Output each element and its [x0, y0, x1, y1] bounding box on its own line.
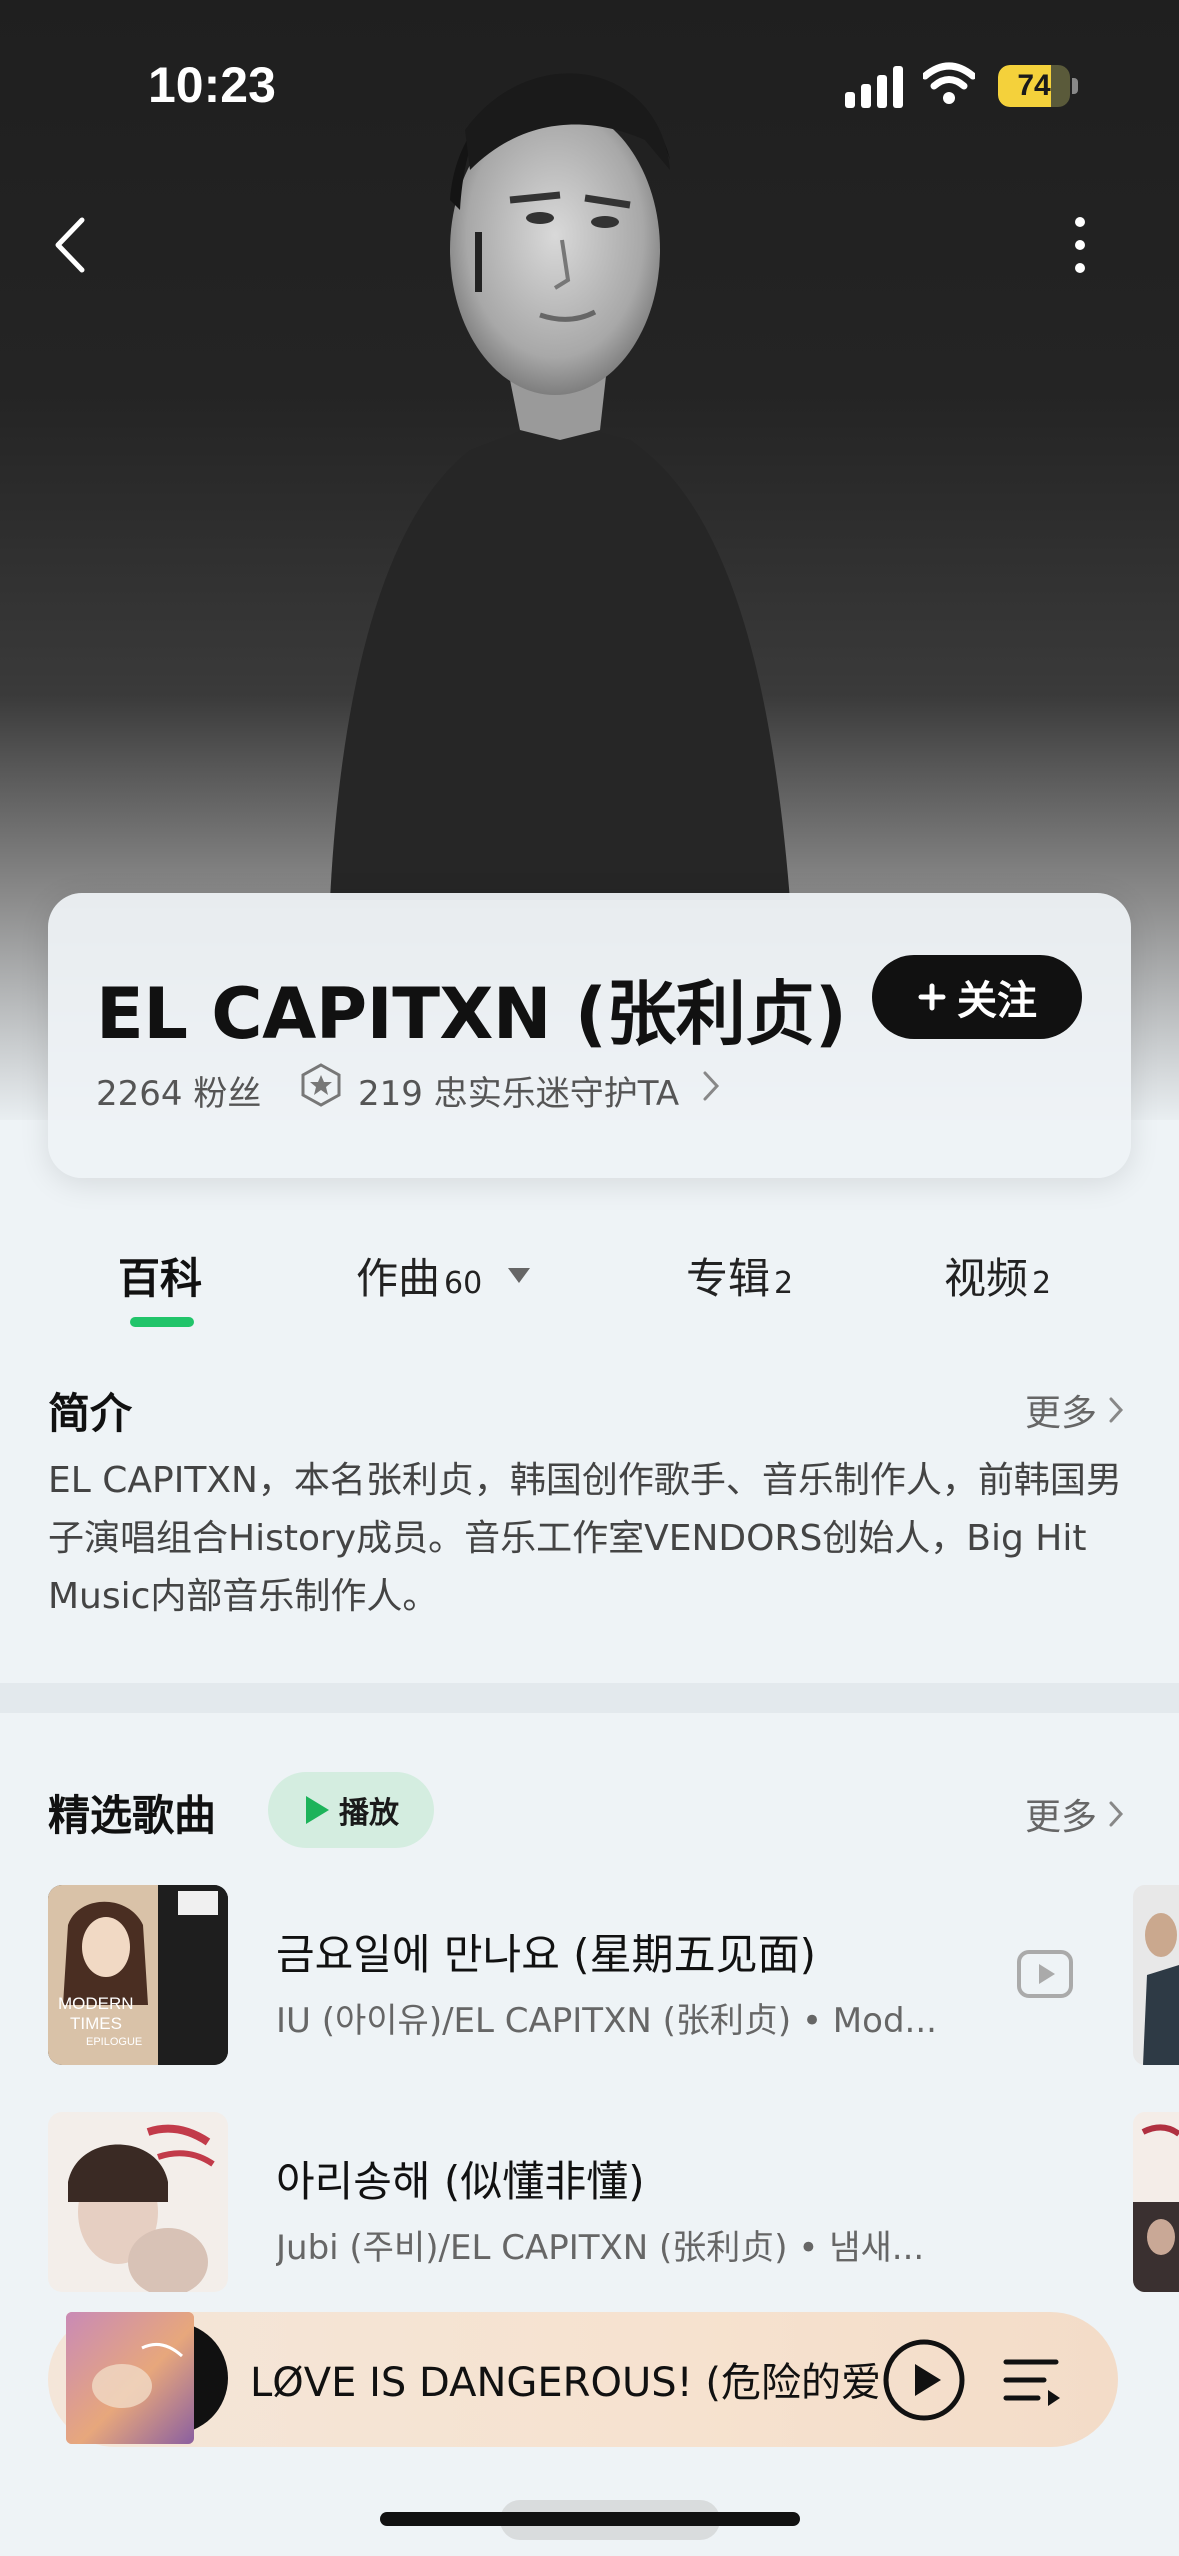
battery-percent: 74 [1017, 69, 1051, 102]
cellular-signal-icon [845, 66, 903, 108]
artist-name: EL CAPITXN (张利贞) [96, 973, 847, 1055]
artist-info-card: EL CAPITXN (张利贞) 关注 2264 粉丝 219 忠实乐迷守护TA [48, 893, 1131, 1178]
play-button[interactable] [880, 2336, 968, 2424]
guard-fans-link[interactable]: 219 忠实乐迷守护TA [358, 1066, 679, 1115]
tab-label: 作曲 [356, 1254, 441, 1303]
artist-portrait [330, 73, 790, 900]
chevron-right-icon [1109, 1397, 1124, 1423]
chevron-right-icon [703, 1071, 720, 1101]
chevron-right-icon [1109, 1801, 1124, 1827]
status-time: 10:23 [148, 57, 276, 113]
song-meta: IU (아이유)/EL CAPITXN (张利贞) • Mod... [276, 2001, 937, 2041]
intro-text: EL CAPITXN，本名张利贞，韩国创作歌手、音乐制作人，前韩国男子演唱组合H… [48, 1460, 1122, 1617]
song-row[interactable]: MODERN TIMES EPILOGUE 금요일에 만나요 (星期五见面) I… [0, 1885, 1179, 2075]
album-cover [48, 2112, 228, 2292]
now-playing-cover [66, 2312, 228, 2444]
svg-text:EPILOGUE: EPILOGUE [86, 2036, 142, 2048]
tab-encyclopedia[interactable]: 百科 [118, 1245, 202, 1306]
wifi-icon [923, 62, 975, 104]
music-video-icon[interactable] [1016, 1949, 1074, 1999]
tab-compositions[interactable]: 作曲 60 [356, 1245, 531, 1306]
tab-videos[interactable]: 视频 2 [944, 1245, 1051, 1306]
play-icon [306, 1796, 329, 1824]
album-cover: MODERN TIMES EPILOGUE [48, 1885, 228, 2065]
more-options-icon[interactable] [1060, 206, 1100, 284]
song-meta: Jubi (주비)/EL CAPITXN (张利贞) • 냄새... [276, 2228, 925, 2268]
home-indicator [380, 2512, 800, 2526]
follow-button[interactable]: 关注 [872, 955, 1082, 1039]
featured-songs-title: 精选歌曲 [48, 1791, 217, 1840]
song-row[interactable]: 아리송해 (似懂非懂) Jubi (주비)/EL CAPITXN (张利贞) •… [0, 2112, 1179, 2302]
song-title: 아리송해 (似懂非懂) [276, 2157, 645, 2206]
more-label: 更多 [1025, 1393, 1098, 1434]
now-playing-title: LØVE IS DANGEROUS! (危险的爱 [250, 2360, 881, 2406]
tab-count: 2 [774, 1266, 794, 1301]
tab-label: 百科 [118, 1254, 203, 1303]
tab-albums[interactable]: 专辑 2 [686, 1245, 793, 1306]
back-button[interactable] [42, 206, 102, 284]
play-all-button[interactable]: 播放 [268, 1772, 434, 1848]
section-divider [0, 1683, 1179, 1713]
song-title: 금요일에 만나요 (星期五见面) [276, 1930, 816, 1979]
tab-count: 60 [444, 1266, 483, 1301]
play-label: 播放 [339, 1796, 399, 1831]
tab-count: 2 [1032, 1266, 1052, 1301]
svg-text:TIMES: TIMES [70, 2014, 122, 2033]
intro-title: 简介 [48, 1389, 133, 1438]
featured-more-link[interactable]: 更多 [1025, 1788, 1125, 1840]
more-label: 更多 [1025, 1797, 1098, 1838]
active-tab-indicator [130, 1317, 194, 1327]
playlist-queue-icon[interactable] [1000, 2348, 1064, 2412]
battery-indicator: 74 [998, 65, 1078, 107]
plus-icon [918, 983, 946, 1011]
tab-label: 专辑 [686, 1254, 771, 1303]
guard-badge-icon [301, 1063, 341, 1107]
dropdown-caret-icon [508, 1268, 531, 1283]
intro-more-link[interactable]: 更多 [1025, 1384, 1125, 1436]
follow-label: 关注 [957, 978, 1037, 1024]
tab-label: 视频 [944, 1254, 1029, 1303]
artist-tabs: 百科 作曲 60 专辑 2 视频 2 [0, 1225, 1179, 1335]
side-thumbnail [1133, 1885, 1179, 2065]
mini-player[interactable]: LØVE IS DANGEROUS! (危险的爱 [48, 2312, 1118, 2447]
side-thumbnail [1133, 2112, 1179, 2292]
svg-text:MODERN: MODERN [58, 1994, 134, 2013]
fan-count: 2264 粉丝 [96, 1074, 262, 1114]
